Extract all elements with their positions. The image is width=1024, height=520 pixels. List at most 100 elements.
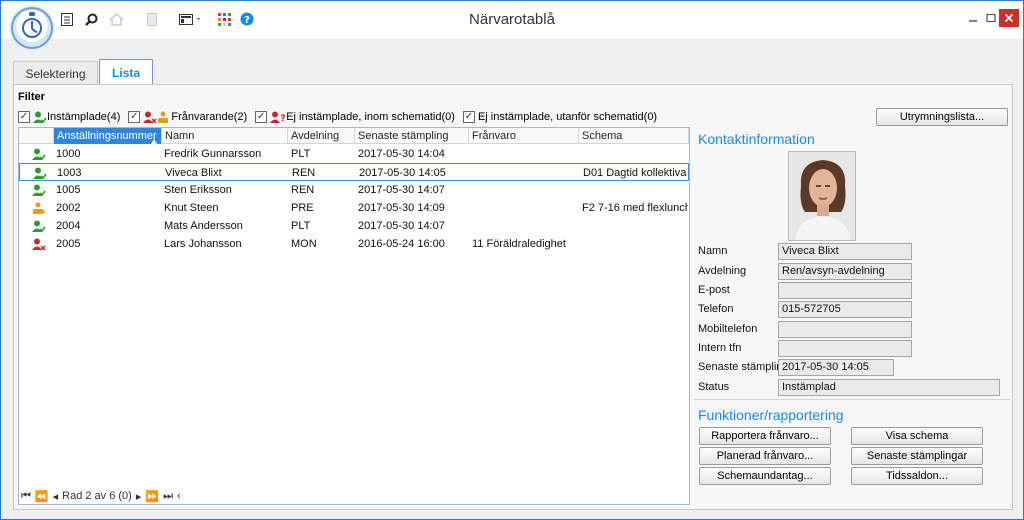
checkbox-checked-in[interactable]: ✓ xyxy=(18,111,30,123)
cell-schedule: F2 7-16 med flexlunch xyxy=(582,202,688,214)
absent-person-icon xyxy=(143,111,157,124)
evacuation-list-button[interactable]: Utrymningslista... xyxy=(876,108,1008,126)
filter-checked-in-label: Instämplade(4) xyxy=(47,111,121,123)
details-panel: Kontaktinformation Namn Viveca Blixt Avdel… xyxy=(694,127,1010,507)
cell-schedule: D01 Dagtid kollektiva xyxy=(583,167,687,179)
grid-column-name[interactable]: Namn xyxy=(162,128,288,144)
section-divider xyxy=(694,399,1010,400)
contact-field-value xyxy=(778,340,912,357)
contact-field-value: Instämplad xyxy=(778,379,1000,396)
cell-dept: MON xyxy=(291,238,317,250)
grid-column-last-stamp[interactable]: Senaste stämpling xyxy=(355,128,469,144)
next-row-icon[interactable]: ▸ xyxy=(136,490,142,503)
cell-stamp: 2017-05-30 14:07 xyxy=(358,184,445,196)
minimize-icon[interactable] xyxy=(963,9,983,27)
previous-page-block-icon[interactable]: ⏪ xyxy=(35,490,49,503)
schedule-exception-button[interactable]: Schemaundantag... xyxy=(699,467,831,485)
cell-absence: 11 Föräldraledighet xyxy=(472,238,566,250)
checkbox-not-in-scheduled[interactable]: ✓ xyxy=(255,111,268,123)
scroll-left-icon[interactable]: ‹ xyxy=(177,490,181,502)
coffee-break-icon xyxy=(158,111,169,123)
table-row[interactable]: 1000 Fredrik Gunnarsson PLT 2017-05-30 14:0… xyxy=(19,145,689,163)
absent-person-icon xyxy=(32,238,46,251)
cell-dept: PLT xyxy=(291,148,311,160)
cell-stamp: 2017-05-30 14:09 xyxy=(358,202,445,214)
cell-absence xyxy=(473,164,579,182)
cell-absence xyxy=(472,181,578,199)
close-icon[interactable] xyxy=(999,9,1019,27)
planned-absence-button[interactable]: Planerad frånvaro... xyxy=(699,447,831,465)
grid-column-absence[interactable]: Frånvaro xyxy=(469,128,579,144)
grid-column-employee-number[interactable]: Anställningsnummer xyxy=(54,128,162,144)
employee-photo xyxy=(788,151,856,241)
filter-not-in-scheduled[interactable]: ✓ ? Ej instämplade, inom schematid(0) xyxy=(255,111,455,124)
cell-schedule xyxy=(582,181,688,199)
contact-field-label: Avdelning xyxy=(698,265,747,277)
grid-column-status[interactable] xyxy=(19,128,54,144)
checked-in-person-icon xyxy=(33,111,47,123)
cell-dept: REN xyxy=(291,184,315,196)
report-absence-button[interactable]: Rapportera frånvaro... xyxy=(699,427,831,445)
filter-checked-in[interactable]: ✓ Instämplade(4) xyxy=(18,111,120,124)
time-balance-button[interactable]: Tidssaldon... xyxy=(851,467,983,485)
cell-name: Viveca Blixt xyxy=(165,167,222,179)
show-schedule-button[interactable]: Visa schema xyxy=(851,427,983,445)
tab-lista[interactable]: Lista xyxy=(99,59,153,85)
contact-field-label: Intern tfn xyxy=(698,342,742,354)
table-row[interactable]: 1003 Viveca Blixt REN 2017-05-30 14:05 D01 D… xyxy=(19,163,689,181)
checked-in-person-icon xyxy=(33,167,47,180)
employee-grid: Anställningsnummer Namn Avdelning Senast… xyxy=(18,127,690,505)
cell-schedule xyxy=(582,217,688,235)
contact-field-value xyxy=(778,282,912,299)
app-clock-logo-icon[interactable] xyxy=(11,7,53,49)
cell-nr: 2005 xyxy=(56,238,81,250)
filter-not-in-unscheduled[interactable]: ✓ Ej instämplade, utanför schematid(0) xyxy=(462,111,658,123)
grid-header: Anställningsnummer Namn Avdelning Senast… xyxy=(19,128,689,144)
table-row[interactable]: 1005 Sten Eriksson REN 2017-05-30 14:07 xyxy=(19,181,689,199)
cell-dept: PRE xyxy=(291,202,314,214)
cell-absence xyxy=(472,199,578,217)
cell-absence xyxy=(472,145,578,163)
functions-title: Funktioner/rapportering xyxy=(698,407,844,423)
not-checked-in-person-icon: ? xyxy=(270,111,286,124)
filter-not-in-unscheduled-label: Ej instämplade, utanför schematid(0) xyxy=(477,111,658,123)
coffee-break-icon xyxy=(32,202,46,215)
recent-stamps-button[interactable]: Senaste stämplingar xyxy=(851,447,983,465)
cell-nr: 1005 xyxy=(56,184,81,196)
tab-selektering[interactable]: Selektering xyxy=(13,61,98,85)
maximize-icon[interactable] xyxy=(981,9,1001,27)
table-row[interactable]: 2002 Knut Steen PRE 2017-05-30 14:09 F2 7-16… xyxy=(19,199,689,217)
first-page-icon[interactable]: ⏮ xyxy=(21,490,31,503)
table-row[interactable]: 2005 Lars Johansson MON 2016-05-24 16:00 11 … xyxy=(19,235,689,253)
tab-content-lista: Filter ✓ Instämplade(4) ✓ Frånvarande(2)… xyxy=(13,84,1013,510)
cell-stamp: 2016-05-24 16:00 xyxy=(358,238,445,250)
contact-info-title: Kontaktinformation xyxy=(698,131,815,147)
contact-field-value: 2017-05-30 14:05 xyxy=(778,359,894,376)
cell-nr: 1000 xyxy=(56,148,81,160)
cell-nr: 2004 xyxy=(56,220,81,232)
grid-column-employee-number-label: Anställningsnummer xyxy=(57,130,157,142)
last-page-icon[interactable]: ⏭ xyxy=(163,490,173,503)
cell-name: Lars Johansson xyxy=(164,238,242,250)
contact-field-value: Ren/avsyn-avdelning xyxy=(778,263,912,280)
filter-label: Filter xyxy=(18,91,45,103)
cell-name: Knut Steen xyxy=(164,202,219,214)
contact-field-label: Status xyxy=(698,381,730,393)
window-title: Närvarotablå xyxy=(469,11,555,28)
checked-in-person-icon xyxy=(32,148,46,161)
contact-field-value: Viveca Blixt xyxy=(778,243,912,260)
checkbox-not-in-unscheduled[interactable]: ✓ xyxy=(462,111,475,123)
cell-stamp: 2017-05-30 14:05 xyxy=(359,167,446,179)
contact-field-label: Telefon xyxy=(698,303,734,315)
grid-column-schedule[interactable]: Schema xyxy=(579,128,689,144)
previous-row-icon[interactable]: ◂ xyxy=(53,490,59,503)
contact-field-label: Senaste stämpling xyxy=(698,361,789,373)
checkbox-absent[interactable]: ✓ xyxy=(128,111,141,123)
table-row[interactable]: 2004 Mats Andersson PLT 2017-05-30 14:07 xyxy=(19,217,689,235)
next-page-block-icon[interactable]: ⏩ xyxy=(145,490,159,503)
filter-absent[interactable]: ✓ Frånvarande(2) xyxy=(128,111,247,124)
cell-dept: REN xyxy=(292,167,316,179)
title-bar: ? Närvarotablå xyxy=(1,1,1023,49)
cell-name: Mats Andersson xyxy=(164,220,243,232)
grid-column-department[interactable]: Avdelning xyxy=(288,128,355,144)
